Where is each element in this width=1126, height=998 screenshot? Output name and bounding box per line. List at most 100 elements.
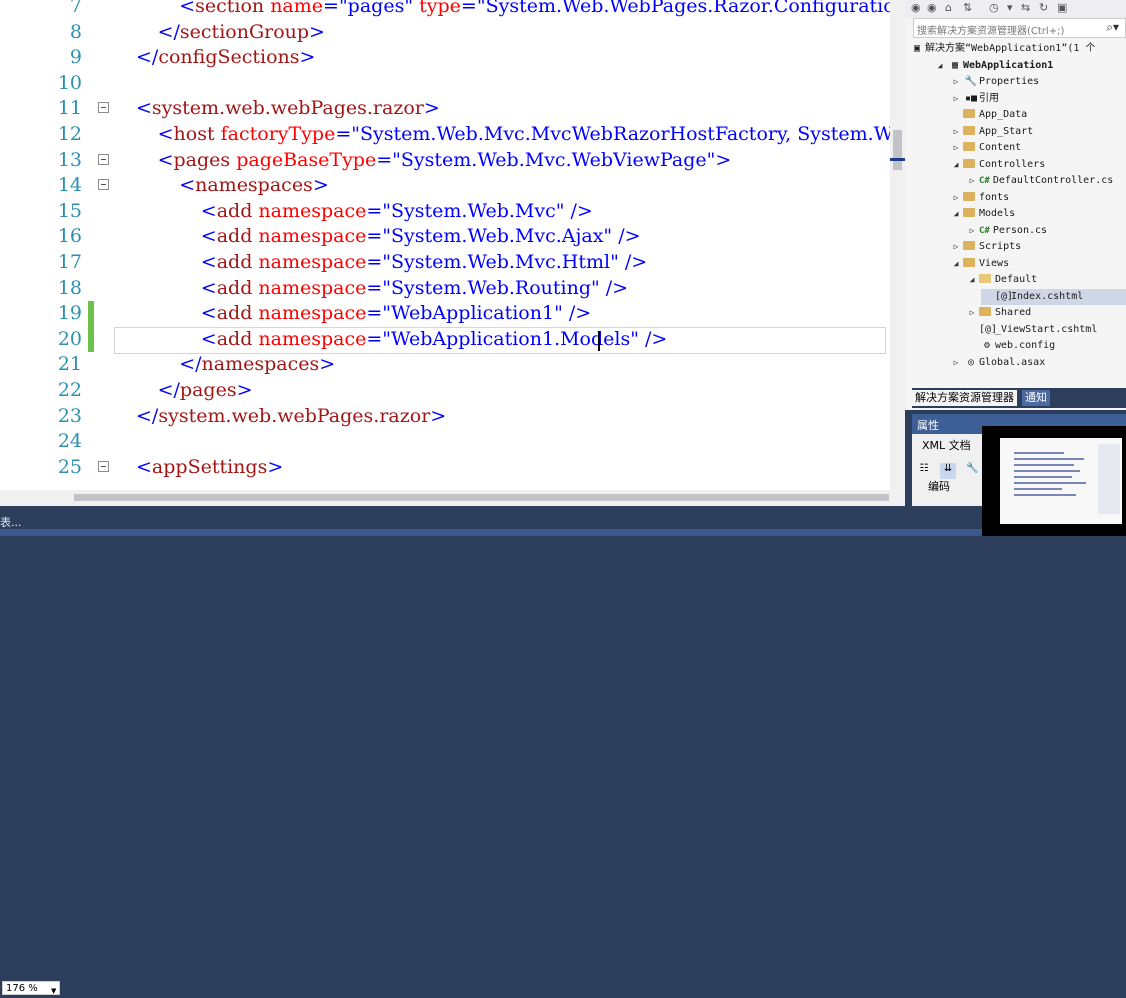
- horizontal-scroll-thumb[interactable]: [74, 494, 889, 501]
- tree-item[interactable]: ▷ C# Person.cs: [965, 223, 1047, 239]
- tree-item[interactable]: ▷ ◎ Global.asax: [949, 355, 1046, 371]
- property-name-encoding[interactable]: 编码: [928, 478, 950, 494]
- collapsed-arrow-icon[interactable]: ▷: [949, 190, 963, 206]
- code-token: <: [179, 0, 196, 17]
- code-line[interactable]: 23 </system.web.webPages.razor>: [0, 404, 905, 430]
- vertical-scroll-thumb[interactable]: [893, 130, 902, 170]
- tree-item[interactable]: ▷ Shared: [965, 305, 1031, 321]
- code-line[interactable]: 8 </sectionGroup>: [0, 20, 905, 46]
- code-token: =: [366, 225, 383, 248]
- tree-item[interactable]: ⚙ web.config: [965, 338, 1055, 354]
- tree-item[interactable]: [@]_ViewStart.cshtml: [965, 322, 1097, 338]
- vertical-scrollbar[interactable]: [890, 0, 905, 490]
- code-line[interactable]: 10: [0, 71, 905, 97]
- collapse-icon[interactable]: [98, 179, 109, 191]
- collapsed-arrow-icon[interactable]: ▷: [949, 355, 963, 371]
- code-line[interactable]: 24: [0, 429, 905, 455]
- tree-item[interactable]: ▷ App_Start: [949, 124, 1033, 140]
- tab-solution-explorer[interactable]: 解决方案资源管理器: [912, 390, 1017, 406]
- folder-icon: [963, 191, 975, 201]
- tree-item[interactable]: ◢ Controllers: [949, 157, 1045, 173]
- home-icon[interactable]: ⌂: [945, 1, 952, 14]
- tree-item[interactable]: ◢ Views: [949, 256, 1009, 272]
- line-number: 19: [57, 302, 82, 325]
- categorized-icon[interactable]: ☷: [916, 463, 932, 479]
- code-token: =: [366, 302, 383, 325]
- expanded-arrow-icon[interactable]: ◢: [933, 58, 947, 74]
- collapsed-arrow-icon[interactable]: ▷: [965, 223, 979, 239]
- alphabetical-icon[interactable]: ⇊: [940, 463, 957, 479]
- properties-object-select[interactable]: XML 文档: [922, 437, 971, 453]
- code-line[interactable]: 19 <add namespace="WebApplication1" />: [0, 301, 905, 327]
- collapsed-arrow-icon[interactable]: ▷: [965, 173, 979, 189]
- code-token: >: [236, 379, 253, 401]
- sync-icon[interactable]: ⇅: [963, 1, 972, 14]
- code-line[interactable]: 21 </namespaces>: [0, 352, 905, 378]
- code-token: =: [335, 123, 352, 145]
- code-token: >: [430, 404, 447, 427]
- code-line[interactable]: 11 <system.web.webPages.razor>: [0, 96, 905, 122]
- code-text: <add namespace="System.Web.Mvc" />: [201, 199, 593, 225]
- thumbnail-line: [1014, 494, 1076, 496]
- code-line[interactable]: 7 <section name="pages" type="System.Web.…: [0, 0, 905, 20]
- zoom-level-select[interactable]: 176 % ▼: [2, 981, 60, 995]
- collapse-icon[interactable]: [98, 153, 109, 165]
- expanded-arrow-icon[interactable]: ◢: [949, 206, 963, 222]
- collapsed-arrow-icon[interactable]: ▷: [949, 91, 963, 107]
- refresh-icon[interactable]: ↻: [1039, 1, 1048, 14]
- tree-item[interactable]: ▷ C# DefaultController.cs: [965, 173, 1114, 189]
- tree-item[interactable]: ▷ fonts: [949, 190, 1009, 206]
- tree-item[interactable]: ◢ Default: [965, 272, 1037, 288]
- line-number: 8: [69, 20, 82, 43]
- tree-item[interactable]: ◢ Models: [949, 206, 1015, 222]
- solution-explorer-search-input[interactable]: 搜索解决方案资源管理器(Ctrl+;) ⌕▾: [913, 18, 1126, 38]
- expanded-arrow-icon[interactable]: ◢: [949, 256, 963, 272]
- tree-item-label: Properties: [979, 76, 1040, 87]
- tree-item[interactable]: ▣ 解决方案“WebApplication1”(1 个: [909, 41, 1095, 57]
- tab-notifications[interactable]: 通知: [1022, 390, 1050, 406]
- tree-item[interactable]: ◢ ▦ WebApplication1: [933, 58, 1054, 74]
- code-line[interactable]: 13 <pages pageBaseType="System.Web.Mvc.We…: [0, 148, 905, 174]
- code-text: </sectionGroup>: [158, 20, 325, 46]
- search-icon[interactable]: ⌕▾: [1106, 20, 1119, 35]
- tree-item[interactable]: ▷ 🔧 Properties: [949, 74, 1040, 90]
- tree-item[interactable]: ▷ Scripts: [949, 239, 1021, 255]
- collapse-all-icon[interactable]: ▣: [1057, 1, 1067, 14]
- code-line[interactable]: 14 <namespaces>: [0, 173, 905, 199]
- forward-icon[interactable]: ◉: [927, 1, 937, 14]
- code-token: <: [157, 123, 174, 145]
- collapse-icon[interactable]: [98, 102, 109, 114]
- tree-item[interactable]: [@]Index.cshtml: [981, 288, 1126, 305]
- change-marker: [88, 326, 94, 353]
- tree-item[interactable]: App_Data: [949, 107, 1027, 123]
- chevron-down-icon[interactable]: ▾: [1007, 1, 1013, 14]
- properties-toolbar: ☷ ⇊ 🔧: [916, 456, 983, 479]
- code-line[interactable]: 18 <add namespace="System.Web.Routing" />: [0, 276, 905, 302]
- code-line[interactable]: 12 <host factoryType="System.Web.Mvc.MvcW…: [0, 122, 905, 148]
- code-editor[interactable]: 7 <section name="pages" type="System.Web.…: [0, 0, 905, 490]
- tree-item[interactable]: ▷ ▪■ 引用: [949, 91, 999, 107]
- property-pages-icon[interactable]: 🔧: [964, 463, 980, 479]
- expanded-arrow-icon[interactable]: ◢: [965, 272, 979, 288]
- back-icon[interactable]: ◉: [911, 1, 921, 14]
- code-line[interactable]: 16 <add namespace="System.Web.Mvc.Ajax" /…: [0, 224, 905, 250]
- collapsed-arrow-icon[interactable]: ▷: [949, 239, 963, 255]
- code-token: =: [366, 199, 383, 222]
- code-line[interactable]: 22 </pages>: [0, 378, 905, 404]
- code-line[interactable]: 9 </configSections>: [0, 45, 905, 71]
- expanded-arrow-icon[interactable]: ◢: [949, 157, 963, 173]
- collapsed-arrow-icon[interactable]: ▷: [949, 140, 963, 156]
- switch-views-icon[interactable]: ⇆: [1021, 1, 1030, 14]
- tree-item[interactable]: ▷ Content: [949, 140, 1021, 156]
- solution-explorer-toolbar: ◉ ◉ ⌂ ⇅ ◷ ▾ ⇆ ↻ ▣: [905, 0, 1126, 18]
- collapsed-arrow-icon[interactable]: ▷: [949, 124, 963, 140]
- code-line[interactable]: 15 <add namespace="System.Web.Mvc" />: [0, 199, 905, 225]
- code-line[interactable]: 25 <appSettings>: [0, 455, 905, 481]
- history-icon[interactable]: ◷: [989, 1, 999, 14]
- collapse-icon[interactable]: [98, 460, 109, 472]
- code-token: namespace: [258, 276, 367, 299]
- code-line[interactable]: 17 <add namespace="System.Web.Mvc.Html" /…: [0, 250, 905, 276]
- collapsed-arrow-icon[interactable]: ▷: [965, 305, 979, 321]
- code-token: pages: [173, 148, 231, 171]
- collapsed-arrow-icon[interactable]: ▷: [949, 74, 963, 90]
